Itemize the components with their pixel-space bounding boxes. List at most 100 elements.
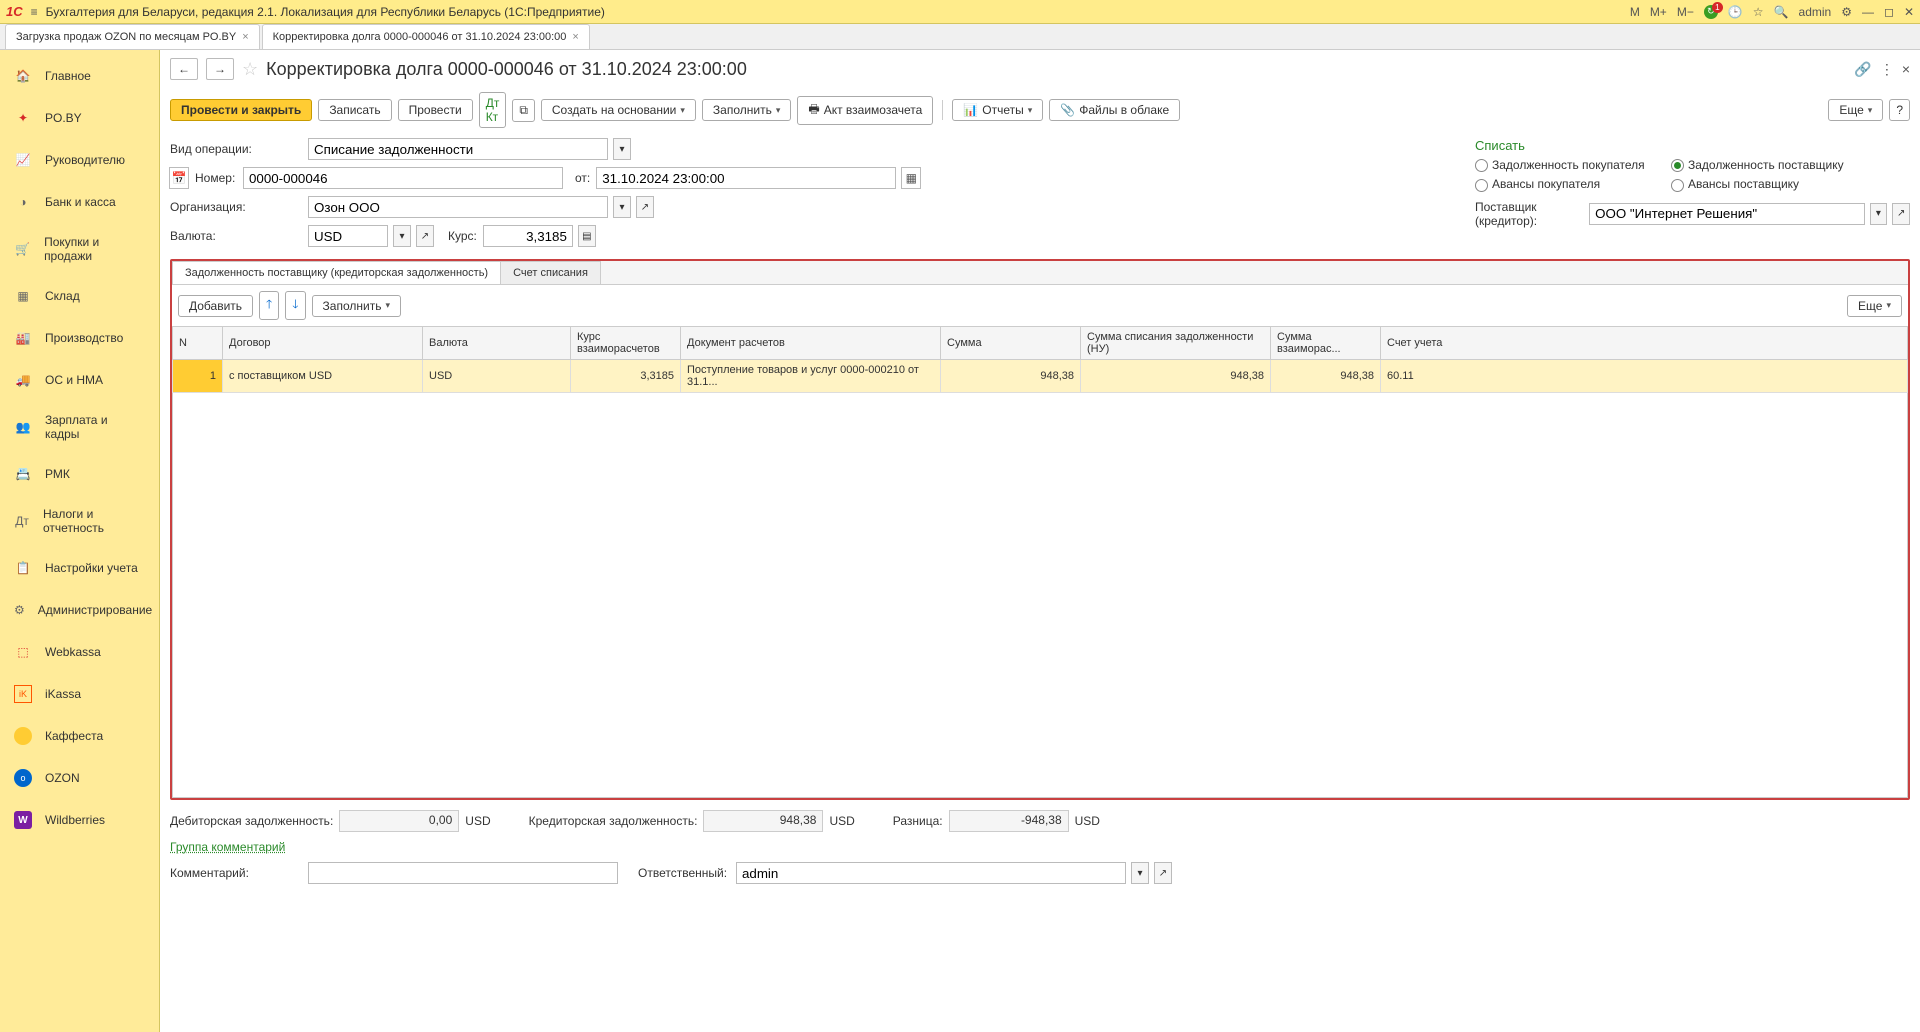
comment-group-link[interactable]: Группа комментарий bbox=[170, 840, 285, 854]
reports-button[interactable]: 📊 Отчеты bbox=[952, 99, 1043, 121]
sidebar-item-production[interactable]: 🏭Производство bbox=[0, 317, 159, 359]
sidebar-item-rmk[interactable]: 📇РМК bbox=[0, 453, 159, 495]
dropdown-icon[interactable]: ▾ bbox=[613, 138, 631, 160]
col-sum[interactable]: Сумма bbox=[941, 327, 1081, 360]
panel-tab-account[interactable]: Счет списания bbox=[500, 261, 601, 284]
move-down-button[interactable]: 🡓 bbox=[285, 291, 305, 320]
radio-supplier-debt[interactable]: Задолженность поставщику bbox=[1671, 158, 1861, 172]
nav-back-button[interactable]: ← bbox=[170, 58, 198, 80]
close-icon[interactable]: ✕ bbox=[1904, 5, 1914, 19]
favorite-icon[interactable]: ☆ bbox=[1753, 5, 1764, 19]
number-field[interactable] bbox=[243, 167, 563, 189]
close-icon[interactable]: × bbox=[572, 31, 578, 43]
table-empty-area[interactable] bbox=[172, 393, 1908, 798]
col-sum-nu[interactable]: Сумма списания задолженности (НУ) bbox=[1081, 327, 1271, 360]
operation-field[interactable] bbox=[308, 138, 608, 160]
sidebar-item-bank[interactable]: ◑Банк и касса bbox=[0, 181, 159, 223]
col-sum-vz[interactable]: Сумма взаиморас... bbox=[1271, 327, 1381, 360]
tab-debt-correction[interactable]: Корректировка долга 0000-000046 от 31.10… bbox=[262, 24, 590, 49]
dropdown-icon[interactable]: ▾ bbox=[613, 196, 631, 218]
sidebar-item-hr[interactable]: 👥Зарплата и кадры bbox=[0, 401, 159, 453]
rate-field[interactable] bbox=[483, 225, 573, 247]
help-button[interactable]: ? bbox=[1889, 99, 1910, 121]
org-field[interactable] bbox=[308, 196, 608, 218]
table-row[interactable]: 1 с поставщиком USD USD 3,3185 Поступлен… bbox=[173, 360, 1908, 393]
col-rate[interactable]: Курс взаиморасчетов bbox=[571, 327, 681, 360]
radio-buyer-advance[interactable]: Авансы покупателя bbox=[1475, 177, 1665, 191]
dropdown-icon[interactable]: ▾ bbox=[1131, 862, 1149, 884]
sidebar-item-wb[interactable]: WWildberries bbox=[0, 799, 159, 841]
sidebar-item-ikassa[interactable]: iKiKassa bbox=[0, 673, 159, 715]
calc-icon[interactable]: ▤ bbox=[578, 225, 596, 247]
mem-m[interactable]: M bbox=[1630, 5, 1640, 19]
more-button[interactable]: Еще bbox=[1828, 99, 1883, 121]
close-icon[interactable]: × bbox=[1902, 61, 1910, 78]
date-icon[interactable]: 📅 bbox=[169, 167, 189, 189]
resp-field[interactable] bbox=[736, 862, 1126, 884]
history-icon[interactable]: 🕒 bbox=[1728, 5, 1743, 19]
files-button[interactable]: 📎 Файлы в облаке bbox=[1049, 99, 1180, 121]
favorite-star-icon[interactable]: ☆ bbox=[242, 59, 258, 80]
sidebar-item-admin[interactable]: ⚙Администрирование bbox=[0, 589, 159, 631]
comment-field[interactable] bbox=[308, 862, 618, 884]
col-currency[interactable]: Валюта bbox=[423, 327, 571, 360]
dropdown-icon[interactable]: ▾ bbox=[1870, 203, 1888, 225]
sidebar-item-settings[interactable]: 📋Настройки учета bbox=[0, 547, 159, 589]
sidebar-item-manager[interactable]: 📈Руководителю bbox=[0, 139, 159, 181]
diff-value: -948,38 bbox=[949, 810, 1069, 832]
minimize-icon[interactable]: — bbox=[1862, 5, 1874, 19]
structure-button[interactable]: ⧉ bbox=[512, 99, 535, 122]
cell-rate: 3,3185 bbox=[571, 360, 681, 393]
open-icon[interactable]: ↗ bbox=[416, 225, 434, 247]
create-based-button[interactable]: Создать на основании bbox=[541, 99, 696, 121]
act-button[interactable]: 🖶 Акт взаимозачета bbox=[797, 96, 933, 125]
fill-button[interactable]: Заполнить bbox=[702, 99, 791, 121]
write-button[interactable]: Записать bbox=[318, 99, 391, 121]
post-close-button[interactable]: Провести и закрыть bbox=[170, 99, 312, 121]
link-icon[interactable]: 🔗 bbox=[1854, 61, 1871, 78]
sidebar-item-sales[interactable]: 🛒Покупки и продажи bbox=[0, 223, 159, 275]
post-button[interactable]: Провести bbox=[398, 99, 473, 121]
panel-tab-debt[interactable]: Задолженность поставщику (кредиторская з… bbox=[172, 261, 501, 284]
menu-icon[interactable]: ≡ bbox=[31, 5, 38, 19]
sidebar-item-webkassa[interactable]: ⬚Webkassa bbox=[0, 631, 159, 673]
open-icon[interactable]: ↗ bbox=[1892, 203, 1910, 225]
user-label[interactable]: admin bbox=[1799, 5, 1832, 19]
more-icon[interactable]: ⋮ bbox=[1880, 61, 1894, 78]
col-n[interactable]: N bbox=[173, 327, 223, 360]
col-account[interactable]: Счет учета bbox=[1381, 327, 1908, 360]
calendar-icon[interactable]: ▦ bbox=[901, 167, 921, 189]
sidebar-item-kaffesta[interactable]: Каффеста bbox=[0, 715, 159, 757]
sidebar-item-main[interactable]: 🏠Главное bbox=[0, 55, 159, 97]
dropdown-icon[interactable]: ▾ bbox=[393, 225, 411, 247]
close-icon[interactable]: × bbox=[242, 31, 248, 43]
panel-more-button[interactable]: Еще bbox=[1847, 295, 1902, 317]
add-button[interactable]: Добавить bbox=[178, 295, 253, 317]
sidebar-item-stock[interactable]: ▦Склад bbox=[0, 275, 159, 317]
open-icon[interactable]: ↗ bbox=[636, 196, 654, 218]
sidebar-item-assets[interactable]: 🚚ОС и НМА bbox=[0, 359, 159, 401]
nav-forward-button[interactable]: → bbox=[206, 58, 234, 80]
maximize-icon[interactable]: ◻ bbox=[1884, 5, 1894, 19]
sidebar-item-ozon[interactable]: oOZON bbox=[0, 757, 159, 799]
currency-field[interactable] bbox=[308, 225, 388, 247]
tab-ozon-load[interactable]: Загрузка продаж OZON по месяцам PO.BY × bbox=[5, 24, 260, 49]
radio-supplier-advance[interactable]: Авансы поставщику bbox=[1671, 177, 1861, 191]
settings-icon[interactable]: ⚙ bbox=[1841, 5, 1852, 19]
col-contract[interactable]: Договор bbox=[223, 327, 423, 360]
move-up-button[interactable]: 🡑 bbox=[259, 291, 279, 320]
sidebar-item-label: Производство bbox=[45, 331, 123, 345]
sidebar-item-poby[interactable]: ✦PO.BY bbox=[0, 97, 159, 139]
radio-buyer-debt[interactable]: Задолженность покупателя bbox=[1475, 158, 1665, 172]
col-doc[interactable]: Документ расчетов bbox=[681, 327, 941, 360]
search-icon[interactable]: 🔍 bbox=[1774, 5, 1789, 19]
dtkt-button[interactable]: ДтКт bbox=[479, 92, 507, 128]
supplier-field[interactable] bbox=[1589, 203, 1864, 225]
date-field[interactable] bbox=[596, 167, 896, 189]
notification-icon[interactable]: ↻ bbox=[1704, 5, 1718, 19]
mem-mminus[interactable]: M− bbox=[1677, 5, 1694, 19]
mem-mplus[interactable]: M+ bbox=[1650, 5, 1667, 19]
panel-fill-button[interactable]: Заполнить bbox=[312, 295, 401, 317]
sidebar-item-tax[interactable]: ДтНалоги и отчетность bbox=[0, 495, 159, 547]
open-icon[interactable]: ↗ bbox=[1154, 862, 1172, 884]
